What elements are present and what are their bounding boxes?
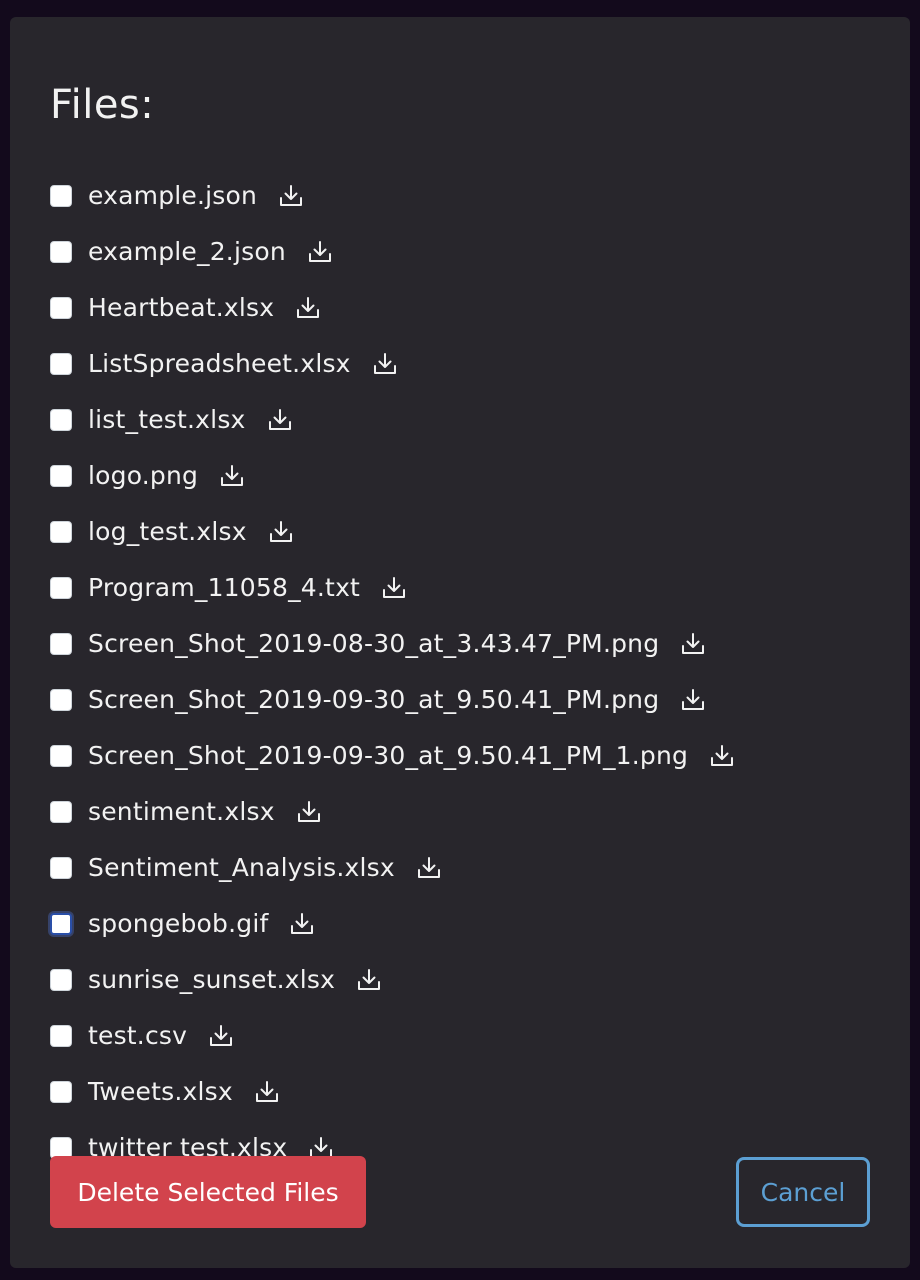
download-icon[interactable] xyxy=(218,462,246,490)
download-icon[interactable] xyxy=(295,798,323,826)
file-name: log_test.xlsx xyxy=(88,517,247,546)
file-checkbox[interactable] xyxy=(50,1025,72,1047)
file-name: Screen_Shot_2019-09-30_at_9.50.41_PM.png xyxy=(88,685,660,714)
file-name: example_2.json xyxy=(88,237,286,266)
file-checkbox[interactable] xyxy=(50,633,72,655)
file-checkbox[interactable] xyxy=(50,297,72,319)
download-icon[interactable] xyxy=(207,1022,235,1050)
download-icon[interactable] xyxy=(415,854,443,882)
download-icon[interactable] xyxy=(679,630,707,658)
file-row: spongebob.gif xyxy=(50,896,890,952)
file-checkbox[interactable] xyxy=(50,745,72,767)
cancel-button[interactable]: Cancel xyxy=(736,1157,870,1227)
file-row: ListSpreadsheet.xlsx xyxy=(50,336,890,392)
file-checkbox[interactable] xyxy=(50,689,72,711)
download-icon[interactable] xyxy=(266,406,294,434)
download-icon[interactable] xyxy=(380,574,408,602)
file-name: Screen_Shot_2019-09-30_at_9.50.41_PM_1.p… xyxy=(88,741,689,770)
file-checkbox[interactable] xyxy=(50,577,72,599)
download-icon[interactable] xyxy=(306,238,334,266)
file-row: Screen_Shot_2019-08-30_at_3.43.47_PM.png xyxy=(50,616,890,672)
download-icon[interactable] xyxy=(253,1078,281,1106)
file-row: Tweets.xlsx xyxy=(50,1064,890,1120)
file-row: logo.png xyxy=(50,448,890,504)
file-row: Sentiment_Analysis.xlsx xyxy=(50,840,890,896)
file-name: ListSpreadsheet.xlsx xyxy=(88,349,351,378)
file-name: Sentiment_Analysis.xlsx xyxy=(88,853,395,882)
file-checkbox[interactable] xyxy=(50,241,72,263)
file-checkbox[interactable] xyxy=(50,857,72,879)
file-name: example.json xyxy=(88,181,258,210)
file-checkbox[interactable] xyxy=(50,185,72,207)
file-checkbox[interactable] xyxy=(50,409,72,431)
file-name: Program_11058_4.txt xyxy=(88,573,361,602)
file-name: test.csv xyxy=(88,1021,188,1050)
file-list: example.json example_2.json Heartbeat.xlsx… xyxy=(50,168,890,1176)
file-name: sentiment.xlsx xyxy=(88,797,275,826)
download-icon[interactable] xyxy=(371,350,399,378)
file-name: Screen_Shot_2019-08-30_at_3.43.47_PM.png xyxy=(88,629,660,658)
download-icon[interactable] xyxy=(277,182,305,210)
file-row: Heartbeat.xlsx xyxy=(50,280,890,336)
delete-selected-files-button[interactable]: Delete Selected Files xyxy=(50,1156,366,1228)
file-name: sunrise_sunset.xlsx xyxy=(88,965,336,994)
download-icon[interactable] xyxy=(708,742,736,770)
file-row: sentiment.xlsx xyxy=(50,784,890,840)
file-row: Program_11058_4.txt xyxy=(50,560,890,616)
dialog-title: Files: xyxy=(50,82,155,128)
download-icon[interactable] xyxy=(355,966,383,994)
file-name: Tweets.xlsx xyxy=(88,1077,233,1106)
file-row: example.json xyxy=(50,168,890,224)
file-checkbox[interactable] xyxy=(50,969,72,991)
file-name: spongebob.gif xyxy=(88,909,269,938)
download-icon[interactable] xyxy=(679,686,707,714)
download-icon[interactable] xyxy=(267,518,295,546)
download-icon[interactable] xyxy=(288,910,316,938)
file-checkbox[interactable] xyxy=(50,521,72,543)
file-row: sunrise_sunset.xlsx xyxy=(50,952,890,1008)
file-row: Screen_Shot_2019-09-30_at_9.50.41_PM.png xyxy=(50,672,890,728)
file-row: log_test.xlsx xyxy=(50,504,890,560)
file-name: list_test.xlsx xyxy=(88,405,246,434)
file-checkbox[interactable] xyxy=(50,1081,72,1103)
download-icon[interactable] xyxy=(294,294,322,322)
file-row: test.csv xyxy=(50,1008,890,1064)
file-name: logo.png xyxy=(88,461,199,490)
file-row: example_2.json xyxy=(50,224,890,280)
file-checkbox[interactable] xyxy=(50,913,72,935)
files-dialog: Files: example.json example_2.json Heartbe… xyxy=(10,17,910,1268)
file-checkbox[interactable] xyxy=(50,353,72,375)
file-checkbox[interactable] xyxy=(50,801,72,823)
file-checkbox[interactable] xyxy=(50,465,72,487)
file-row: list_test.xlsx xyxy=(50,392,890,448)
file-name: Heartbeat.xlsx xyxy=(88,293,275,322)
file-row: Screen_Shot_2019-09-30_at_9.50.41_PM_1.p… xyxy=(50,728,890,784)
